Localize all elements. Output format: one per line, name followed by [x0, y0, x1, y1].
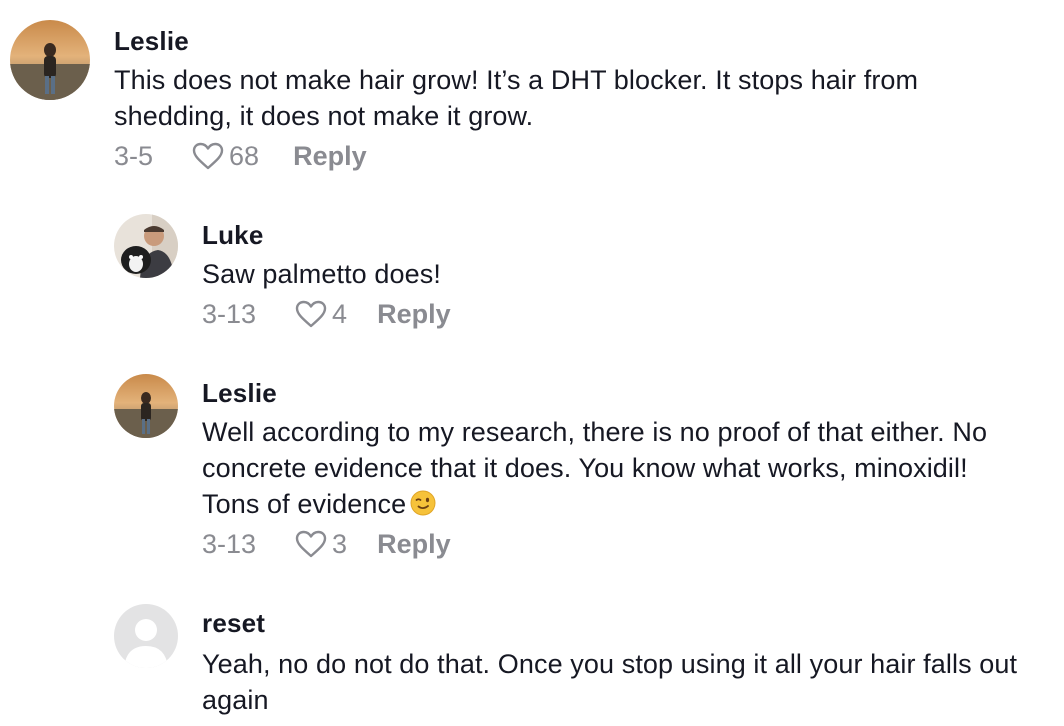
comment-meta: 3-13 4 Reply	[202, 296, 451, 332]
like-button[interactable]: 4	[294, 299, 347, 330]
reply-button[interactable]: Reply	[377, 299, 451, 330]
like-count: 4	[332, 298, 348, 329]
heart-icon	[295, 530, 327, 558]
avatar-photo-icon	[114, 214, 178, 278]
reply-comment: Leslie Well according to my research, th…	[0, 360, 1064, 580]
heart-icon	[192, 142, 224, 170]
avatar-photo-icon	[114, 374, 178, 438]
reply-comment: reset Yeah, no do not do that. Once you …	[0, 590, 1064, 726]
like-button[interactable]: 68	[191, 141, 259, 172]
username[interactable]: Leslie	[114, 26, 189, 57]
avatar-photo-icon	[10, 20, 90, 100]
comment-text: Saw palmetto does!	[202, 259, 441, 289]
avatar[interactable]	[114, 604, 178, 668]
like-button[interactable]: 3	[294, 529, 347, 560]
username[interactable]: reset	[202, 608, 265, 639]
avatar[interactable]	[10, 20, 90, 100]
like-count: 68	[229, 140, 260, 171]
username[interactable]: Luke	[202, 220, 263, 251]
avatar[interactable]	[114, 214, 178, 278]
avatar[interactable]	[114, 374, 178, 438]
comment-text: This does not make hair grow! It’s a DHT…	[114, 65, 919, 131]
default-avatar-icon	[114, 604, 178, 668]
comment-text: Well according to my research, there is …	[202, 414, 1032, 522]
comment-date: 3-13	[202, 528, 257, 559]
like-count: 3	[332, 528, 348, 559]
reply-button[interactable]: Reply	[293, 141, 367, 172]
comment-text: Yeah, no do not do that. Once you stop u…	[202, 649, 1018, 715]
heart-icon	[295, 300, 327, 328]
reply-button[interactable]: Reply	[377, 529, 451, 560]
comment-meta: 3-5 68 Reply	[114, 138, 367, 174]
comment: Leslie This does not make hair grow! It’…	[0, 0, 1064, 190]
winking-face-emoji-icon	[410, 490, 436, 516]
comment-text-body: Well according to my research, there is …	[202, 417, 988, 519]
comment-meta: 3-13 3 Reply	[202, 526, 451, 562]
comment-date: 3-13	[202, 298, 257, 329]
reply-comment: Luke Saw palmetto does! 3-13 4 Reply	[0, 200, 1064, 350]
comment-date: 3-5	[114, 140, 154, 171]
username[interactable]: Leslie	[202, 378, 277, 409]
